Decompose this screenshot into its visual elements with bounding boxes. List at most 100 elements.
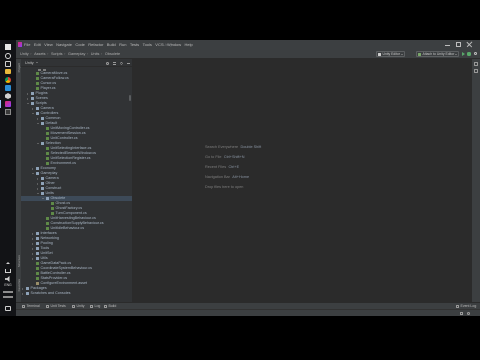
csharp-file-icon bbox=[35, 267, 39, 270]
tool-label: Terminal bbox=[26, 304, 40, 308]
menu-view[interactable]: View bbox=[44, 40, 53, 49]
clock-date[interactable] bbox=[3, 296, 13, 298]
gear-icon[interactable] bbox=[120, 61, 123, 65]
code-editor-icon[interactable] bbox=[5, 85, 11, 91]
run-configuration-selector[interactable]: Attach to Unity Editor bbox=[416, 51, 460, 57]
unity-editor-selector[interactable]: Unity Editor bbox=[376, 51, 406, 57]
menu-file[interactable]: File bbox=[24, 40, 30, 49]
breadcrumb-item[interactable]: Units bbox=[91, 49, 104, 59]
tool-window-structure[interactable]: Structure bbox=[17, 255, 21, 267]
network-icon[interactable] bbox=[5, 269, 11, 273]
breadcrumb-item[interactable]: Gameplay bbox=[68, 49, 90, 59]
folder-icon bbox=[35, 257, 39, 260]
hint-shortcut: Ctrl+E bbox=[228, 165, 240, 169]
database-icon[interactable] bbox=[474, 62, 478, 66]
maximize-icon[interactable] bbox=[456, 42, 461, 47]
unity-icon[interactable] bbox=[5, 93, 11, 99]
notifications-icon[interactable] bbox=[474, 69, 478, 73]
expand-arrow-icon[interactable] bbox=[37, 187, 38, 190]
ide-window: File Edit View Navigate Code Refactor Bu… bbox=[16, 40, 480, 316]
rider-icon[interactable] bbox=[5, 101, 11, 107]
collapse-arrow-icon[interactable] bbox=[37, 143, 39, 144]
notification-icon[interactable] bbox=[5, 306, 11, 311]
build-icon bbox=[104, 305, 107, 308]
expand-arrow-icon[interactable] bbox=[37, 117, 38, 120]
menu-tools[interactable]: Tools bbox=[143, 40, 152, 49]
expand-arrow-icon[interactable] bbox=[32, 242, 33, 245]
menu-code[interactable]: Code bbox=[75, 40, 85, 49]
collapse-all-icon[interactable] bbox=[113, 61, 116, 65]
collapse-arrow-icon[interactable] bbox=[27, 103, 29, 104]
expand-arrow-icon[interactable] bbox=[32, 237, 33, 240]
breadcrumb-item[interactable]: Obsolete bbox=[105, 49, 120, 59]
hint-shortcut: Ctrl+Shift+N bbox=[223, 155, 245, 159]
locate-icon[interactable] bbox=[106, 61, 109, 65]
collapse-arrow-icon[interactable] bbox=[42, 198, 44, 199]
menu-navigate[interactable]: Navigate bbox=[56, 40, 72, 49]
editor-area: Search Everywhere Double Shift Go to File… bbox=[133, 59, 472, 302]
terminal-icon[interactable] bbox=[5, 109, 11, 115]
tool-window-favorites[interactable]: Favorites bbox=[17, 279, 21, 291]
inspection-icon[interactable] bbox=[467, 312, 470, 315]
csharp-file-icon bbox=[50, 212, 54, 215]
menu-edit[interactable]: Edit bbox=[34, 40, 41, 49]
file-explorer-icon[interactable] bbox=[5, 69, 11, 74]
hint-shortcut: Double Shift bbox=[240, 145, 262, 149]
chevron-down-icon[interactable] bbox=[36, 62, 38, 64]
clock-time[interactable] bbox=[3, 291, 13, 293]
expand-arrow-icon[interactable] bbox=[32, 232, 33, 235]
expand-arrow-icon[interactable] bbox=[32, 257, 33, 260]
breadcrumb-item[interactable]: Assets bbox=[34, 49, 50, 59]
menu-run[interactable]: Run bbox=[119, 40, 126, 49]
lock-icon[interactable] bbox=[460, 312, 463, 315]
expand-arrow-icon[interactable] bbox=[22, 292, 23, 295]
chevron-up-icon[interactable] bbox=[6, 262, 10, 264]
tool-window-project[interactable]: Project bbox=[17, 63, 21, 72]
csharp-file-icon bbox=[35, 72, 39, 75]
browser-icon[interactable] bbox=[5, 77, 11, 83]
expand-arrow-icon[interactable] bbox=[22, 287, 23, 290]
expand-arrow-icon[interactable] bbox=[37, 182, 38, 185]
search-everywhere-icon[interactable] bbox=[474, 52, 478, 56]
input-language[interactable]: ENG bbox=[0, 283, 16, 288]
menu-build[interactable]: Build bbox=[107, 40, 116, 49]
csharp-file-icon bbox=[45, 132, 49, 135]
log-icon bbox=[90, 305, 93, 308]
csharp-file-icon bbox=[45, 162, 49, 165]
chevron-down-icon bbox=[455, 54, 458, 55]
menu-help[interactable]: Help bbox=[185, 40, 193, 49]
task-view-icon[interactable] bbox=[5, 61, 11, 67]
collapse-arrow-icon[interactable] bbox=[37, 123, 39, 124]
scrollbar[interactable] bbox=[129, 95, 131, 101]
expand-arrow-icon[interactable] bbox=[32, 167, 33, 170]
menu-refactor[interactable]: Refactor bbox=[88, 40, 103, 49]
windows-start-icon[interactable] bbox=[5, 44, 11, 50]
expand-arrow-icon[interactable] bbox=[32, 247, 33, 250]
hint-search-everywhere: Search Everywhere Double Shift bbox=[205, 145, 261, 150]
expand-arrow-icon[interactable] bbox=[37, 177, 38, 180]
expand-arrow-icon[interactable] bbox=[27, 92, 28, 95]
breadcrumb-item[interactable]: Scripts bbox=[51, 49, 67, 59]
collapse-arrow-icon[interactable] bbox=[32, 173, 34, 174]
folder-icon bbox=[40, 117, 44, 120]
expand-arrow-icon[interactable] bbox=[32, 107, 33, 110]
expand-arrow-icon[interactable] bbox=[27, 97, 28, 100]
folder-icon bbox=[25, 292, 29, 295]
expand-arrow-icon[interactable] bbox=[32, 252, 33, 255]
window-title: Unity bbox=[163, 42, 173, 47]
debug-icon[interactable] bbox=[467, 52, 471, 56]
close-icon[interactable] bbox=[467, 42, 472, 47]
tree-row[interactable]: Scratches and Consoles bbox=[21, 291, 132, 296]
collapse-arrow-icon[interactable] bbox=[32, 113, 34, 114]
hide-icon[interactable] bbox=[127, 62, 130, 65]
project-view-selector[interactable]: Unity bbox=[25, 59, 34, 67]
menu-tests[interactable]: Tests bbox=[130, 40, 139, 49]
breadcrumb-item[interactable]: Unity bbox=[20, 49, 33, 59]
project-panel: Unity CameraMove.cs CameraFollow.cs Cursor… bbox=[21, 59, 133, 302]
volume-icon[interactable] bbox=[5, 276, 10, 282]
minimize-icon[interactable] bbox=[445, 42, 450, 47]
hint-navigation-bar: Navigation Bar Alt+Home bbox=[205, 175, 249, 180]
search-icon[interactable] bbox=[5, 53, 11, 59]
collapse-arrow-icon[interactable] bbox=[37, 193, 39, 194]
run-icon[interactable] bbox=[462, 52, 465, 56]
